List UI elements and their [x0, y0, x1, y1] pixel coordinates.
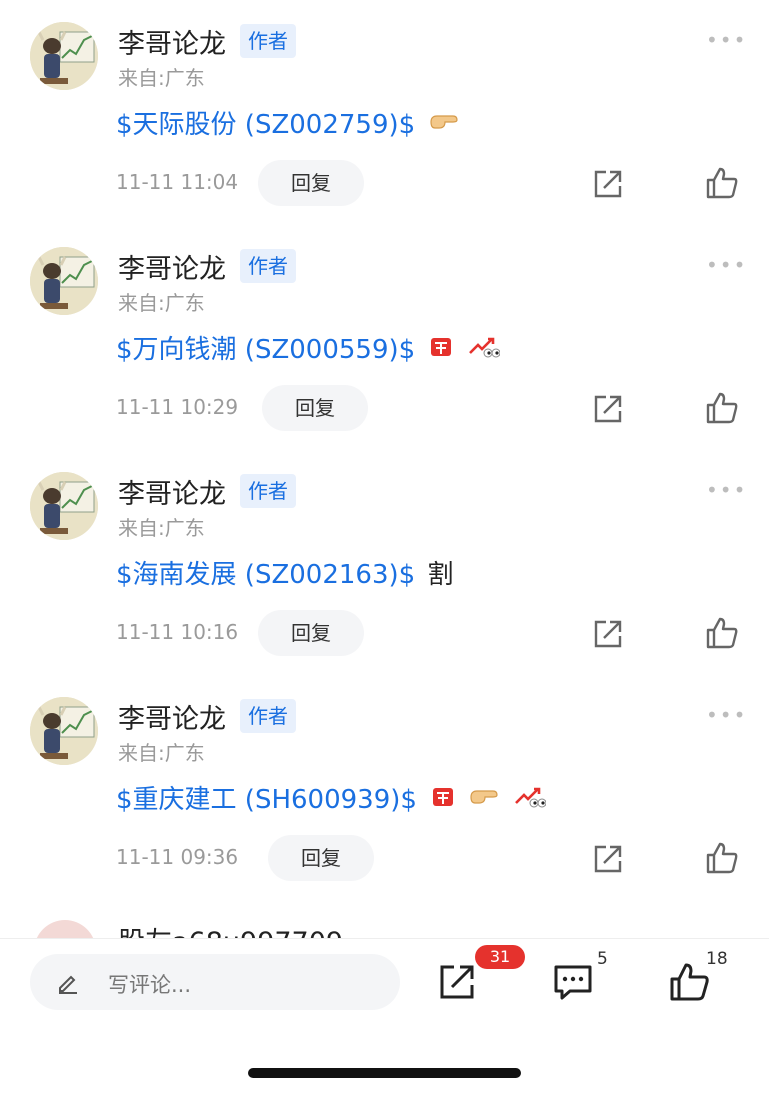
comment-item-partial: 股友a68u997709 [0, 912, 769, 938]
trend-up-eyes-icon [514, 785, 547, 816]
stock-link[interactable]: $天际股份 (SZ002759)$ [116, 110, 415, 140]
share-icon[interactable] [592, 393, 624, 425]
share-icon[interactable] [436, 961, 478, 1003]
share-icon[interactable] [592, 843, 624, 875]
author-badge: 作者 [240, 249, 296, 283]
reply-button[interactable]: 回复 [258, 160, 364, 206]
buy-icon [431, 785, 455, 816]
reply-button[interactable]: 回复 [262, 385, 368, 431]
author-badge: 作者 [240, 699, 296, 733]
like-count: 18 [706, 949, 728, 969]
buy-icon [429, 335, 453, 366]
stock-link[interactable]: $重庆建工 (SH600939)$ [116, 785, 417, 815]
stock-link[interactable]: $万向钱潮 (SZ000559)$ [116, 335, 415, 365]
avatar[interactable] [30, 22, 98, 90]
home-indicator[interactable] [248, 1068, 521, 1078]
avatar[interactable] [34, 920, 96, 938]
location-label: 来自:广东 [118, 66, 205, 90]
author-name[interactable]: 李哥论龙 [118, 247, 226, 286]
comment-body: $万向钱潮 (SZ000559)$ [116, 329, 501, 366]
share-icon[interactable] [592, 168, 624, 200]
like-icon[interactable] [668, 961, 710, 1003]
comment-body: $天际股份 (SZ002759)$ [116, 104, 459, 141]
comment-item: 李哥论龙 作者 来自:广东 ••• $万向钱潮 (SZ000559)$ 11-1… [0, 225, 769, 450]
author-badge: 作者 [240, 474, 296, 508]
stock-link[interactable]: $海南发展 (SZ002163)$ [116, 560, 415, 590]
reply-button[interactable]: 回复 [258, 610, 364, 656]
more-options-icon[interactable]: ••• [706, 478, 747, 502]
location-label: 来自:广东 [118, 291, 205, 315]
trend-up-eyes-icon [468, 335, 501, 366]
timestamp: 11-11 10:29 [116, 395, 239, 419]
comment-count: 5 [597, 949, 608, 969]
comment-input[interactable]: 写评论... [30, 954, 400, 1010]
location-label: 来自:广东 [118, 741, 205, 765]
point-right-icon [429, 110, 459, 141]
like-icon[interactable] [705, 166, 739, 200]
share-count-badge: 31 [475, 945, 525, 969]
comment-item: 李哥论龙 作者 来自:广东 ••• $海南发展 (SZ002163)$ 割 11… [0, 450, 769, 675]
author-badge: 作者 [240, 24, 296, 58]
avatar[interactable] [30, 247, 98, 315]
location-label: 来自:广东 [118, 516, 205, 540]
author-name[interactable]: 股友a68u997709 [118, 920, 343, 938]
like-icon[interactable] [705, 841, 739, 875]
timestamp: 11-11 11:04 [116, 170, 239, 194]
comment-body: $重庆建工 (SH600939)$ [116, 779, 547, 816]
like-icon[interactable] [705, 616, 739, 650]
point-right-icon [469, 785, 499, 816]
more-options-icon[interactable]: ••• [706, 703, 747, 727]
comment-body: $海南发展 (SZ002163)$ 割 [116, 554, 454, 591]
share-icon[interactable] [592, 618, 624, 650]
author-name[interactable]: 李哥论龙 [118, 22, 226, 61]
comment-extra-text: 割 [427, 560, 454, 590]
timestamp: 11-11 10:16 [116, 620, 239, 644]
comment-item: 李哥论龙 作者 来自:广东 ••• $天际股份 (SZ002759)$ 11-1… [0, 0, 769, 225]
comment-item: 李哥论龙 作者 来自:广东 ••• $重庆建工 (SH600939)$ 11-1… [0, 675, 769, 900]
avatar[interactable] [30, 472, 98, 540]
avatar[interactable] [30, 697, 98, 765]
timestamp: 11-11 09:36 [116, 845, 239, 869]
more-options-icon[interactable]: ••• [706, 28, 747, 52]
author-name[interactable]: 李哥论龙 [118, 697, 226, 736]
author-name[interactable]: 李哥论龙 [118, 472, 226, 511]
comment-placeholder: 写评论... [108, 973, 192, 997]
comment-icon[interactable] [552, 961, 594, 1003]
more-options-icon[interactable]: ••• [706, 253, 747, 277]
pen-icon [59, 975, 77, 994]
like-icon[interactable] [705, 391, 739, 425]
reply-button[interactable]: 回复 [268, 835, 374, 881]
comment-feed: 李哥论龙 作者 来自:广东 ••• $天际股份 (SZ002759)$ 11-1… [0, 0, 769, 938]
